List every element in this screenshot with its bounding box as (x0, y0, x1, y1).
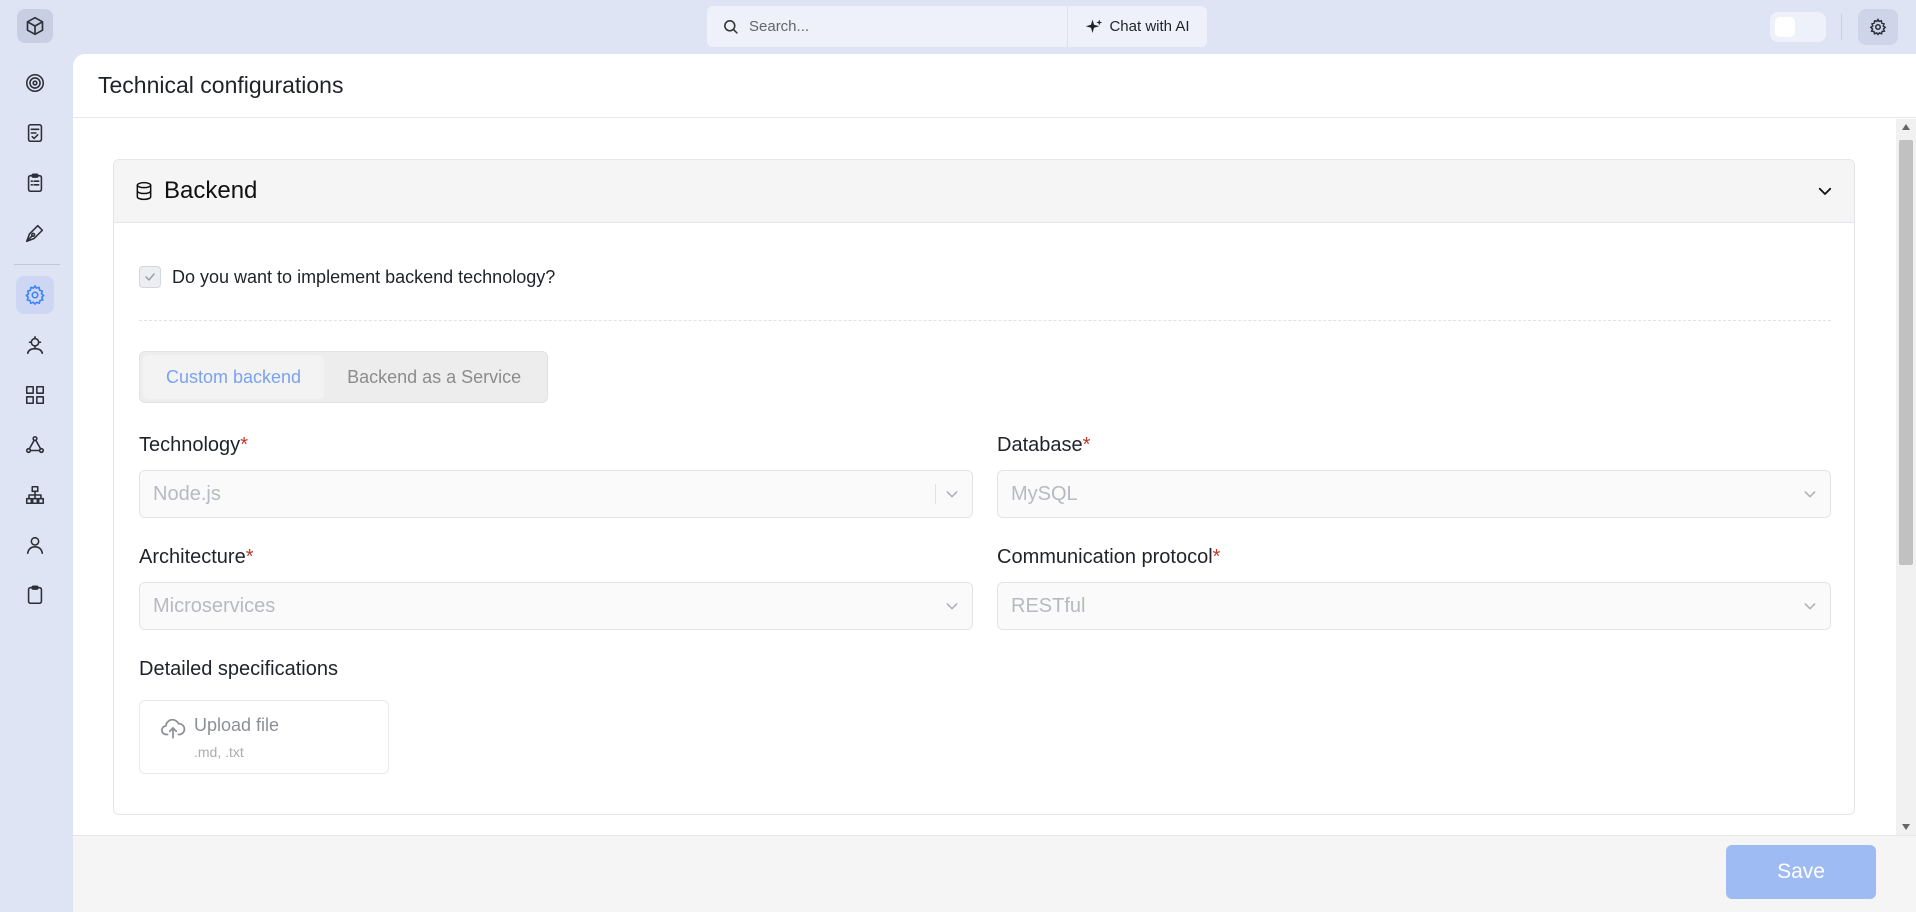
architecture-label: Architecture* (139, 546, 973, 570)
top-bar: Chat with AI (0, 0, 1916, 54)
architecture-field: Architecture* Microservices (139, 546, 973, 630)
scroll-thumb[interactable] (1899, 140, 1913, 565)
protocol-label-text: Communication protocol (997, 546, 1213, 568)
sidebar-item-clipboard[interactable] (16, 576, 54, 614)
target-icon (25, 73, 45, 93)
sidebar-item-user-gear[interactable] (16, 326, 54, 364)
technology-value: Node.js (153, 482, 221, 505)
backend-type-tabs: Custom backend Backend as a Service (139, 351, 549, 403)
database-value: MySQL (1011, 482, 1078, 505)
chevron-down-icon[interactable] (1816, 182, 1834, 200)
theme-toggle-knob (1775, 17, 1795, 37)
main-panel: Technical configurations Backend Do you … (73, 54, 1916, 912)
database-label-text: Database (997, 434, 1083, 456)
checkmark-icon (145, 273, 155, 281)
gear-icon (25, 285, 45, 305)
clipboard-list-icon (27, 173, 43, 193)
backend-card: Backend Do you want to implement backend… (113, 159, 1855, 815)
search-icon (724, 20, 738, 34)
scroll-down-arrow[interactable] (1902, 824, 1910, 830)
sidebar (0, 54, 72, 912)
technology-field: Technology* Node.js (139, 434, 973, 518)
theme-toggle[interactable] (1770, 12, 1826, 42)
sparkle-icon (1086, 19, 1103, 33)
implement-backend-label: Do you want to implement backend technol… (172, 266, 556, 287)
sidebar-item-user[interactable] (16, 526, 54, 564)
layout-grid-icon (25, 385, 45, 405)
required-mark: * (245, 546, 254, 568)
sidebar-item-document-check[interactable] (16, 114, 54, 152)
app-logo[interactable] (17, 9, 53, 43)
sidebar-item-target[interactable] (16, 64, 54, 102)
chevron-down-icon (1804, 603, 1816, 610)
settings-button[interactable] (1858, 9, 1898, 45)
tab-backend-as-a-service[interactable]: Backend as a Service (324, 355, 544, 399)
chat-with-ai-label: Chat with AI (1109, 18, 1190, 35)
upload-file-button[interactable]: Upload file .md, .txt (139, 700, 389, 774)
pen-tool-icon (25, 224, 44, 243)
gear-icon (1869, 18, 1887, 36)
select-separator (935, 484, 936, 504)
footer-bar: Save (73, 835, 1916, 912)
architecture-value: Microservices (153, 594, 276, 617)
sidebar-item-hierarchy[interactable] (16, 476, 54, 514)
implement-backend-row: Do you want to implement backend technol… (139, 266, 555, 288)
required-mark: * (240, 434, 248, 456)
sidebar-item-gear[interactable] (16, 276, 54, 314)
sidebar-item-layout-grid[interactable] (16, 376, 54, 414)
backend-card-header[interactable]: Backend (114, 160, 1854, 223)
required-mark: * (1082, 434, 1091, 456)
scrollbar[interactable] (1896, 119, 1916, 835)
protocol-field: Communication protocol* RESTful (997, 546, 1831, 630)
save-button[interactable]: Save (1726, 845, 1876, 899)
search-input[interactable] (749, 18, 1049, 35)
database-field: Database* MySQL (997, 434, 1831, 518)
architecture-label-text: Architecture (139, 546, 246, 568)
chevron-down-icon (946, 491, 958, 498)
specs-field: Detailed specifications (139, 658, 973, 694)
architecture-select[interactable]: Microservices (139, 582, 973, 630)
tab-custom-backend[interactable]: Custom backend (143, 355, 325, 399)
user-icon (26, 536, 44, 555)
database-select[interactable]: MySQL (997, 470, 1831, 518)
required-mark: * (1212, 546, 1221, 568)
sidebar-divider (14, 264, 60, 265)
technology-label: Technology* (139, 434, 973, 458)
chevron-down-icon (946, 603, 958, 610)
cloud-upload-icon (161, 718, 186, 739)
protocol-value: RESTful (1011, 594, 1086, 617)
upload-text: Upload file .md, .txt (194, 715, 279, 773)
hierarchy-icon (25, 485, 45, 505)
page-header: Technical configurations (73, 54, 1916, 118)
sidebar-item-clipboard-list[interactable] (16, 164, 54, 202)
workflow-icon (25, 435, 45, 454)
upload-label: Upload file (194, 715, 280, 735)
chat-with-ai-button[interactable]: Chat with AI (1067, 6, 1207, 47)
database-label: Database* (997, 434, 1831, 458)
clipboard-icon (27, 585, 43, 605)
scroll-up-arrow[interactable] (1902, 124, 1910, 130)
search-field[interactable] (707, 6, 1067, 47)
content-area: Backend Do you want to implement backend… (73, 119, 1896, 835)
section-divider (139, 320, 1831, 321)
protocol-select[interactable]: RESTful (997, 582, 1831, 630)
database-icon (136, 181, 152, 201)
backend-title: Backend (164, 177, 258, 204)
specs-label: Detailed specifications (139, 658, 338, 680)
document-check-icon (27, 123, 43, 143)
protocol-label: Communication protocol* (997, 546, 1831, 570)
topbar-divider (1841, 14, 1842, 40)
search-bar: Chat with AI (707, 6, 1207, 47)
implement-backend-checkbox[interactable] (139, 266, 161, 288)
upload-hint: .md, .txt (194, 744, 244, 760)
page-title: Technical configurations (98, 72, 344, 98)
cube-icon (26, 16, 44, 36)
technology-label-text: Technology (139, 434, 241, 456)
sidebar-item-pen-tool[interactable] (16, 214, 54, 252)
sidebar-item-workflow[interactable] (16, 426, 54, 464)
user-gear-icon (26, 335, 44, 355)
chevron-down-icon (1804, 491, 1816, 498)
technology-select[interactable]: Node.js (139, 470, 973, 518)
